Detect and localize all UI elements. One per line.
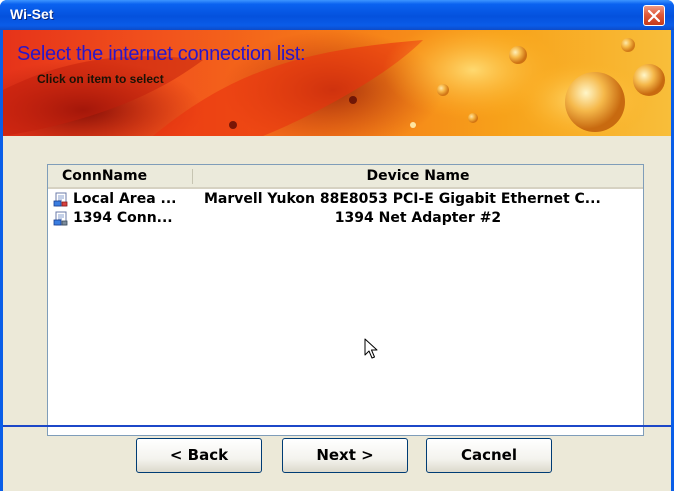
title-bar[interactable]: Wi-Set [0,0,674,30]
next-button[interactable]: Next > [282,438,408,473]
header-banner: Select the internet connection list: Cli… [3,30,671,136]
banner-subtitle: Click on item to select [37,72,164,86]
list-header: ConnName Device Name [48,165,643,189]
back-button[interactable]: < Back [136,438,262,473]
window-title: Wi-Set [10,6,54,22]
close-icon [648,10,660,22]
conn-name-cell: 1394 Conn... [73,210,173,226]
connection-list[interactable]: ConnName Device Name Local Area ... Marv… [47,164,644,436]
list-item[interactable]: Local Area ... Marvell Yukon 88E8053 PCI… [48,190,643,209]
button-area-divider [3,425,671,427]
network-connection-icon [53,211,68,226]
column-header-device-name[interactable]: Device Name [193,165,643,187]
cancel-button[interactable]: Cacnel [426,438,552,473]
conn-name-cell: Local Area ... [73,191,177,207]
column-header-connname[interactable]: ConnName [62,165,147,187]
list-item[interactable]: 1394 Conn... 1394 Net Adapter #2 [48,209,643,228]
device-name-cell: 1394 Net Adapter #2 [334,210,502,226]
wizard-window: Wi-Set Select the internet connection li… [0,0,674,491]
banner-title: Select the internet connection list: [17,43,306,65]
mouse-cursor-icon [364,338,378,359]
close-button[interactable] [643,5,665,26]
device-name-cell: Marvell Yukon 88E8053 PCI-E Gigabit Ethe… [204,191,601,207]
dialog-client-area: Select the internet connection list: Cli… [3,30,671,491]
network-connection-icon [53,192,68,207]
